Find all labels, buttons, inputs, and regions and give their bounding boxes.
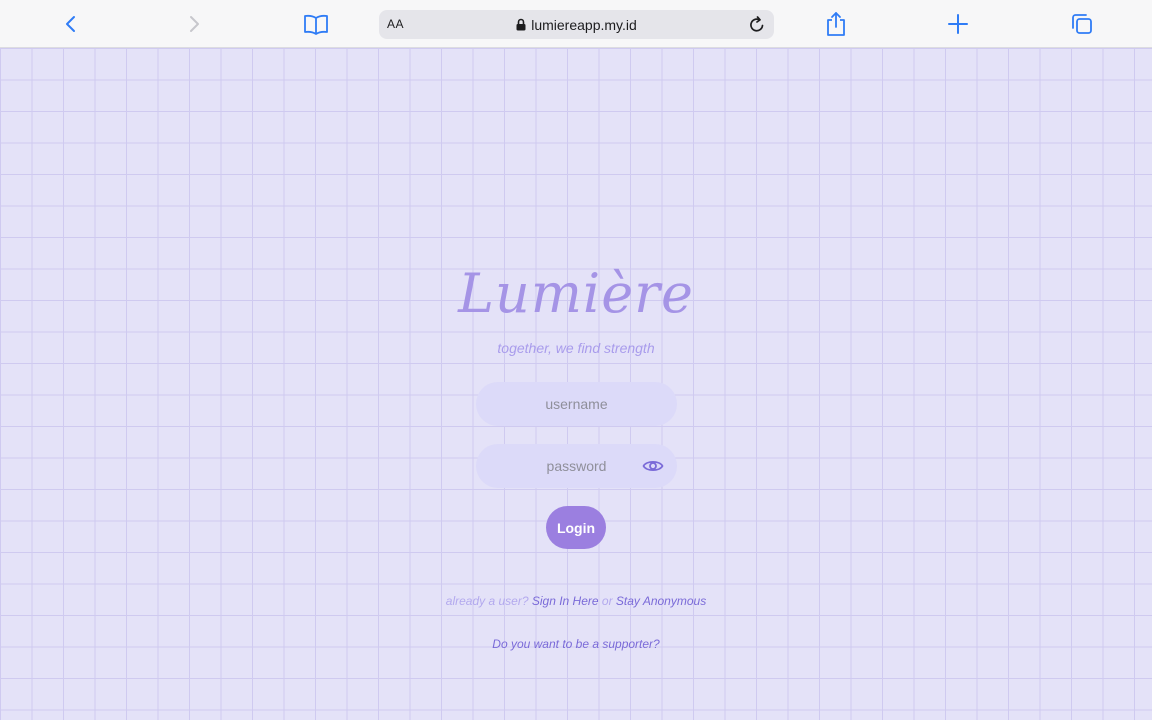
browser-toolbar: AA lumiereapp.my.id	[0, 0, 1152, 48]
forward-button[interactable]	[178, 8, 210, 40]
new-tab-button[interactable]	[942, 8, 974, 40]
reload-button[interactable]	[744, 12, 770, 38]
sign-in-link[interactable]: Sign In Here	[532, 594, 599, 608]
plus-icon	[948, 14, 968, 34]
login-button[interactable]: Login	[546, 506, 606, 549]
already-user-text: already a user?	[445, 594, 529, 608]
bookmarks-button[interactable]	[300, 8, 332, 40]
address-bar[interactable]: AA lumiereapp.my.id	[379, 10, 774, 39]
lock-icon	[516, 18, 526, 30]
supporter-link[interactable]: Do you want to be a supporter?	[492, 637, 659, 651]
password-field-group	[476, 444, 677, 488]
tabs-overview-button[interactable]	[1066, 8, 1098, 40]
or-text: or	[601, 594, 613, 608]
reload-icon	[750, 16, 764, 32]
url-display: lumiereapp.my.id	[379, 10, 774, 39]
stay-anonymous-link[interactable]: Stay Anonymous	[616, 594, 706, 608]
login-page: Lumière together, we find strength Login…	[0, 48, 1152, 720]
chevron-right-icon	[190, 16, 199, 32]
url-text: lumiereapp.my.id	[531, 16, 637, 33]
eye-icon	[642, 460, 664, 472]
supporter-row: Do you want to be a supporter?	[0, 637, 1152, 651]
back-button[interactable]	[55, 8, 87, 40]
text-size-button[interactable]: AA	[387, 17, 404, 31]
book-icon	[304, 14, 328, 35]
chevron-left-icon	[66, 16, 75, 32]
tabs-icon	[1072, 14, 1092, 34]
share-button[interactable]	[820, 8, 852, 40]
auth-options: already a user? Sign In Here or Stay Ano…	[0, 594, 1152, 608]
username-input[interactable]	[476, 382, 677, 426]
tagline: together, we find strength	[497, 340, 655, 356]
share-icon	[827, 12, 845, 36]
app-logo: Lumière	[458, 262, 694, 325]
show-password-toggle[interactable]	[642, 455, 664, 477]
